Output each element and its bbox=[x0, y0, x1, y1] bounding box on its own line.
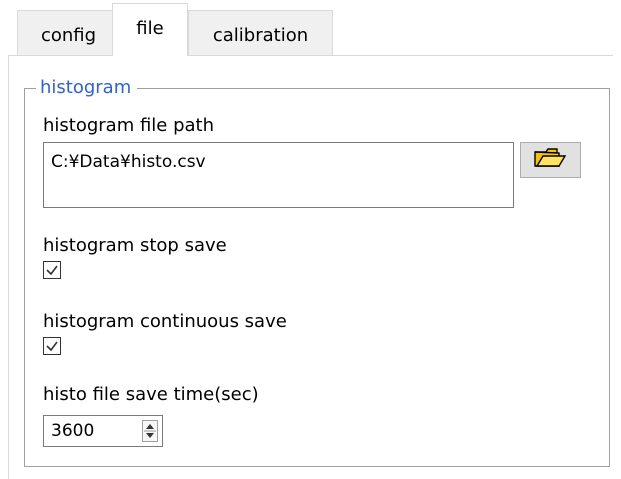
tab-panel-left-border bbox=[8, 55, 9, 479]
continuous-save-label: histogram continuous save bbox=[43, 311, 287, 332]
save-time-label: histo file save time(sec) bbox=[43, 384, 259, 405]
tab-bar: config file calibration bbox=[8, 0, 621, 56]
histogram-file-path-label: histogram file path bbox=[43, 115, 215, 136]
tab-config[interactable]: config bbox=[17, 10, 120, 56]
tab-file[interactable]: file bbox=[112, 3, 188, 56]
tab-panel-top-border bbox=[8, 55, 613, 56]
checkmark-icon bbox=[46, 265, 58, 276]
checkmark-icon bbox=[46, 341, 58, 352]
save-time-spinbox[interactable]: 3600 bbox=[43, 415, 163, 447]
histogram-file-path-input[interactable]: C:¥Data¥histo.csv bbox=[43, 142, 514, 208]
spin-arrows-icon[interactable] bbox=[142, 420, 158, 442]
folder-open-icon bbox=[533, 148, 569, 172]
continuous-save-checkbox[interactable] bbox=[43, 337, 61, 355]
stop-save-label: histogram stop save bbox=[43, 235, 227, 256]
histogram-group-title: histogram bbox=[36, 76, 138, 100]
save-time-value[interactable]: 3600 bbox=[51, 420, 94, 442]
stop-save-checkbox[interactable] bbox=[43, 261, 61, 279]
tab-calibration[interactable]: calibration bbox=[188, 10, 333, 56]
browse-folder-button[interactable] bbox=[520, 142, 581, 178]
